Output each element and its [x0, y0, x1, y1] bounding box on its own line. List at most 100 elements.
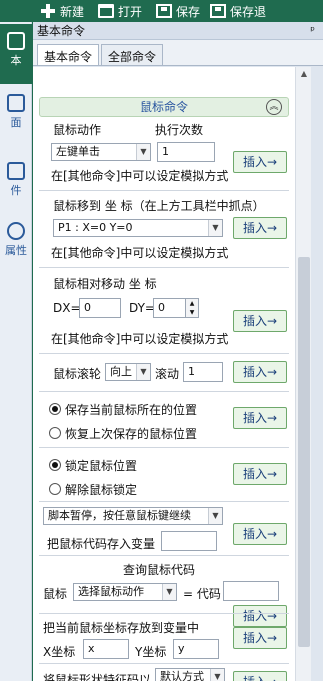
y-coord-label: Y坐标 — [135, 645, 167, 659]
wheel-direction-value: 向上 — [110, 365, 132, 378]
vertical-scrollbar[interactable]: ▲ — [295, 67, 311, 681]
dx-input[interactable]: 0 — [79, 298, 121, 318]
wheel-direction-select[interactable]: 向上 ▼ — [105, 363, 151, 381]
insert-mouse-move-button[interactable]: 插入→ — [233, 217, 287, 239]
pause-select[interactable]: 脚本暂停，按任意鼠标键继续 ▼ — [43, 507, 223, 525]
exec-count-input[interactable]: 1 — [157, 142, 215, 162]
save-label: 保存 — [176, 4, 201, 19]
query-action-select[interactable]: 选择鼠标动作 ▼ — [73, 583, 177, 601]
command-content: 鼠标命令 ︽ 鼠标动作 执行次数 左键单击 ▼ 1 在[其他命令]中可以设定模拟… — [33, 67, 295, 681]
scroll-thumb[interactable] — [298, 257, 310, 647]
info-icon — [7, 222, 25, 240]
lock-radio[interactable] — [49, 459, 61, 471]
relative-move-hint: 在[其他命令]中可以设定模拟方式 — [51, 332, 229, 346]
sidebar-item-label: 本 — [10, 54, 22, 67]
collapse-icon[interactable]: ︽ — [266, 99, 282, 115]
code-variable-input[interactable] — [161, 531, 217, 551]
insert-pause-button[interactable]: 插入→ — [233, 523, 287, 545]
query-code-input[interactable] — [223, 581, 279, 601]
sidebar-item-label: 面 — [10, 116, 22, 129]
query-action-value: 选择鼠标动作 — [78, 585, 144, 598]
divider — [39, 267, 289, 268]
save-exit-button[interactable]: 保存退 — [210, 3, 266, 20]
lock-label: 锁定鼠标位置 — [65, 459, 138, 473]
command-panel: 基本命令 ᵖ 基本命令 全部命令 鼠标命令 ︽ 鼠标动作 执行次数 左键单击 ▼… — [33, 22, 323, 681]
dy-input[interactable]: 0 — [153, 298, 187, 318]
insert-save-pos-button[interactable]: 插入→ — [233, 407, 287, 429]
top-toolbar: 新建 打开 保存 保存退 — [0, 0, 323, 22]
panel-title: 基本命令 ᵖ — [33, 22, 323, 40]
insert-store-coords-button[interactable]: 插入→ — [233, 627, 287, 649]
grid-icon — [7, 94, 25, 112]
pin-icon[interactable]: ᵖ — [310, 22, 315, 40]
save-exit-icon — [210, 4, 227, 18]
insert-wheel-button[interactable]: 插入→ — [233, 361, 287, 383]
exec-count-label: 执行次数 — [155, 123, 204, 137]
shape-mode-value: 默认方式 — [160, 670, 204, 681]
sidebar-item-properties[interactable]: 属性 — [0, 222, 32, 272]
x-coord-label: X坐标 — [43, 645, 76, 659]
x-variable-input[interactable]: x — [83, 639, 129, 659]
pause-value: 脚本暂停，按任意鼠标键继续 — [48, 509, 191, 522]
mouse-section-header[interactable]: 鼠标命令 ︽ — [39, 97, 289, 117]
insert-relative-move-button[interactable]: 插入→ — [233, 310, 287, 332]
divider — [39, 447, 289, 448]
save-exit-label: 保存退 — [230, 4, 267, 19]
dy-stepper[interactable]: ▲ ▼ — [185, 298, 199, 318]
query-mouse-label: 鼠标 — [43, 587, 68, 601]
save-icon — [156, 4, 173, 18]
insert-shape-button[interactable]: 插入→ — [233, 671, 287, 681]
scroll-up-icon[interactable]: ▲ — [296, 67, 312, 81]
save-button[interactable]: 保存 — [156, 3, 200, 20]
scroll-amount-input[interactable]: 1 — [183, 362, 223, 382]
chevron-down-icon: ▼ — [162, 584, 176, 600]
mouse-action-hint: 在[其他命令]中可以设定模拟方式 — [51, 169, 229, 183]
store-code-label: 把鼠标代码存入变量 — [47, 537, 156, 551]
chevron-down-icon: ▼ — [136, 364, 150, 380]
query-code-label: = 代码 — [183, 587, 221, 601]
insert-mouse-action-button[interactable]: 插入→ — [233, 151, 287, 173]
divider — [39, 391, 289, 392]
insert-lock-button[interactable]: 插入→ — [233, 463, 287, 485]
command-icon — [7, 32, 25, 50]
tab-all-commands[interactable]: 全部命令 — [101, 44, 164, 65]
mouse-action-select[interactable]: 左键单击 ▼ — [51, 143, 151, 161]
mouse-wheel-label: 鼠标滚轮 — [53, 367, 102, 381]
restore-pos-radio[interactable] — [49, 427, 61, 439]
y-variable-input[interactable]: y — [173, 639, 219, 659]
shape-mode-select[interactable]: 默认方式 ▼ — [155, 668, 225, 681]
tab-basic-commands[interactable]: 基本命令 — [37, 44, 100, 65]
save-pos-radio[interactable] — [49, 403, 61, 415]
sidebar-item-basic[interactable]: 本 — [0, 24, 32, 84]
sidebar-item-label: 件 — [10, 184, 22, 197]
save-pos-label: 保存当前鼠标所在的位置 — [65, 403, 198, 417]
sidebar-item-label: 属性 — [5, 244, 27, 257]
dy-label: DY= — [129, 301, 155, 315]
point-select[interactable]: P1 : X=0 Y=0 ▼ — [53, 219, 223, 237]
sidebar-item-interface[interactable]: 面 — [0, 94, 32, 144]
query-title: 查询鼠标代码 — [123, 563, 196, 577]
mouse-action-label: 鼠标动作 — [53, 123, 102, 137]
divider — [39, 663, 289, 664]
relative-move-label: 鼠标相对移动 坐 标 — [53, 277, 157, 291]
mouse-move-hint: 在[其他命令]中可以设定模拟方式 — [51, 246, 229, 260]
new-label: 新建 — [60, 4, 85, 19]
unlock-radio[interactable] — [49, 483, 61, 495]
divider — [39, 501, 289, 502]
mouse-action-value: 左键单击 — [56, 145, 100, 158]
section-title: 鼠标命令 — [139, 100, 188, 114]
sidebar-item-file[interactable]: 件 — [0, 162, 32, 212]
chevron-down-icon: ▼ — [208, 220, 222, 236]
shape-label: 将鼠标形状特征码以 — [43, 673, 152, 681]
open-button[interactable]: 打开 — [98, 3, 142, 20]
insert-query-button[interactable]: 插入→ — [233, 605, 287, 627]
divider — [39, 353, 289, 354]
mouse-move-label: 鼠标移到 坐 标（在上方工具栏中抓点） — [53, 199, 265, 213]
folder-icon — [98, 4, 115, 18]
scroll-label: 滚动 — [155, 367, 180, 381]
new-button[interactable]: 新建 — [40, 3, 84, 20]
left-sidebar: 本 面 件 属性 — [0, 22, 32, 681]
panel-title-text: 基本命令 — [37, 24, 86, 38]
open-label: 打开 — [118, 4, 143, 19]
store-coords-label: 把当前鼠标坐标存放到变量中 — [43, 621, 200, 635]
